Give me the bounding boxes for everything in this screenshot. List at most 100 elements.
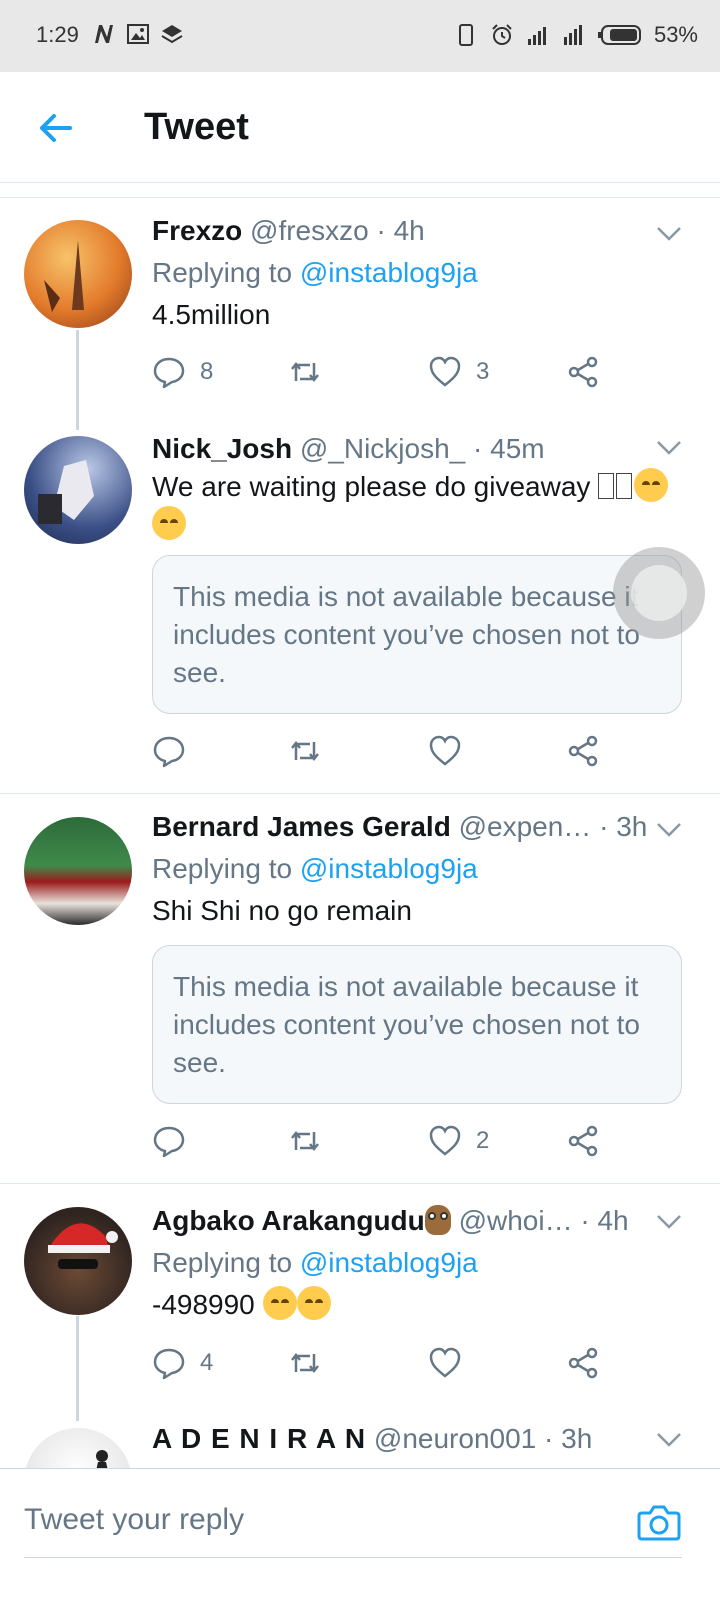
thread-line — [76, 330, 79, 430]
avatar[interactable] — [24, 220, 132, 328]
author-name[interactable]: Nick_Josh — [152, 433, 292, 464]
chevron-down-icon[interactable] — [656, 822, 682, 838]
chevron-down-icon[interactable] — [656, 1432, 682, 1448]
replying-mention[interactable]: @instablog9ja — [300, 257, 478, 288]
reply-button[interactable]: 4 — [152, 1346, 213, 1380]
crying-emoji-icon — [634, 468, 669, 502]
tweet-text: We are waiting please do giveaway — [152, 471, 591, 502]
like-button[interactable] — [428, 734, 476, 768]
replying-label: Replying to — [152, 1247, 300, 1278]
share-icon — [568, 1125, 598, 1157]
share-icon — [568, 735, 598, 767]
heart-icon — [429, 1125, 461, 1156]
gallery-icon — [127, 24, 149, 44]
tweet-text: 4.5million — [152, 299, 271, 330]
tweet-time: · 4h — [580, 1205, 629, 1236]
divider — [24, 1557, 682, 1558]
page-title: Tweet — [144, 106, 249, 148]
divider — [0, 1183, 720, 1184]
touch-indicator — [613, 547, 705, 639]
heart-icon — [429, 356, 461, 387]
tweet-time: · 4h — [376, 215, 425, 246]
divider — [0, 197, 720, 198]
avatar[interactable] — [24, 1207, 132, 1315]
chevron-down-icon[interactable] — [656, 226, 682, 242]
replying-label: Replying to — [152, 257, 300, 288]
signal-2-icon — [563, 25, 582, 45]
retweet-button[interactable] — [288, 355, 336, 389]
tweet-time: · 3h — [544, 1423, 593, 1454]
reply-icon — [153, 1126, 185, 1158]
chevron-down-icon[interactable] — [656, 1214, 682, 1230]
chevron-down-icon[interactable] — [656, 440, 682, 456]
replying-mention[interactable]: @instablog9ja — [300, 1247, 478, 1278]
owl-emoji-icon — [424, 1205, 451, 1235]
thread-line — [76, 1316, 79, 1421]
media-unavailable-notice[interactable]: This media is not available because it i… — [152, 945, 682, 1104]
author-handle[interactable]: @fresxzo — [250, 215, 369, 246]
reply-button[interactable] — [152, 1124, 200, 1158]
unknown-glyph — [598, 473, 615, 499]
author-handle[interactable]: @neuron001 — [374, 1423, 536, 1454]
reply-count: 8 — [200, 358, 214, 385]
crying-emoji-icon — [262, 1286, 297, 1320]
replying-label: Replying to — [152, 853, 300, 884]
like-button[interactable]: 2 — [428, 1124, 489, 1158]
author-handle[interactable]: @expen… — [459, 811, 592, 842]
signal-icon — [527, 27, 546, 45]
like-button[interactable] — [428, 1346, 476, 1380]
reply-button[interactable] — [152, 734, 200, 768]
tweet-time: · 3h — [599, 811, 648, 842]
author-name[interactable]: Bernard James Gerald — [152, 811, 451, 842]
share-icon — [568, 1347, 598, 1379]
retweet-button[interactable] — [288, 734, 336, 768]
avatar[interactable] — [24, 817, 132, 925]
divider — [0, 793, 720, 794]
heart-icon — [429, 1347, 461, 1378]
status-bar: 1:29 53% — [0, 0, 720, 72]
author-handle[interactable]: @_Nickjosh_ — [300, 433, 465, 464]
tweet-time: · 45m — [473, 433, 545, 464]
unknown-glyph — [616, 473, 633, 499]
like-count: 3 — [476, 358, 490, 385]
share-button[interactable] — [566, 355, 600, 389]
avatar[interactable] — [24, 436, 132, 544]
reply-count: 4 — [200, 1349, 214, 1376]
reply-icon — [153, 1348, 185, 1380]
layers-icon — [161, 25, 183, 44]
media-unavailable-notice[interactable]: This media is not available because it i… — [152, 555, 682, 714]
crying-emoji-icon — [296, 1286, 331, 1320]
share-button[interactable] — [566, 1124, 600, 1158]
alarm-icon — [492, 24, 512, 45]
reply-icon — [153, 357, 185, 389]
heart-icon — [429, 735, 461, 766]
app-bar: Tweet — [0, 72, 720, 183]
author-name[interactable]: Frexzo — [152, 215, 242, 246]
share-icon — [568, 356, 598, 388]
replying-mention[interactable]: @instablog9ja — [300, 853, 478, 884]
share-button[interactable] — [566, 734, 600, 768]
camera-icon[interactable] — [636, 1499, 682, 1545]
back-arrow-icon[interactable] — [36, 108, 76, 148]
tweet-text: Shi Shi no go remain — [152, 895, 412, 926]
status-time: 1:29 — [36, 22, 79, 47]
retweet-icon — [291, 740, 319, 762]
battery-percent: 53% — [653, 22, 698, 47]
notification-n-icon — [95, 25, 113, 43]
like-count: 2 — [476, 1127, 490, 1154]
reply-button[interactable]: 8 — [152, 355, 213, 389]
author-handle[interactable]: @whoi… — [459, 1205, 573, 1236]
reply-input[interactable]: Tweet your reply — [24, 1503, 244, 1537]
like-button[interactable]: 3 — [428, 355, 489, 389]
retweet-icon — [291, 1352, 319, 1374]
author-name[interactable]: Agbako Arakangudu — [152, 1205, 425, 1236]
share-button[interactable] — [566, 1346, 600, 1380]
retweet-icon — [291, 1130, 319, 1152]
phone-vibrate-icon — [458, 24, 473, 46]
reply-icon — [153, 736, 185, 768]
battery-icon — [597, 25, 641, 45]
reply-composer[interactable]: Tweet your reply — [0, 1468, 720, 1601]
retweet-button[interactable] — [288, 1124, 336, 1158]
author-name[interactable]: A D E N I R A N — [152, 1423, 366, 1454]
retweet-button[interactable] — [288, 1346, 336, 1380]
